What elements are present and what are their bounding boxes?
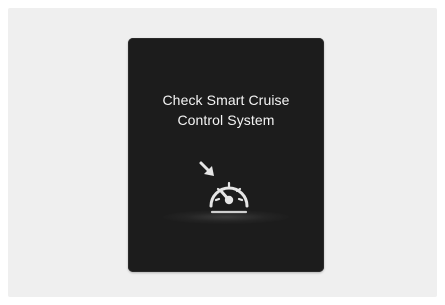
- arrow-icon: [199, 161, 214, 176]
- warning-message-line-1: Check Smart Cruise: [162, 92, 290, 108]
- cluster-display: Check Smart Cruise Control System: [128, 38, 324, 272]
- gauge-hub: [224, 195, 234, 205]
- warning-message: Check Smart Cruise Control System: [128, 90, 324, 130]
- warning-message-line-2: Control System: [177, 112, 275, 128]
- speedometer-warning-icon: [199, 161, 249, 214]
